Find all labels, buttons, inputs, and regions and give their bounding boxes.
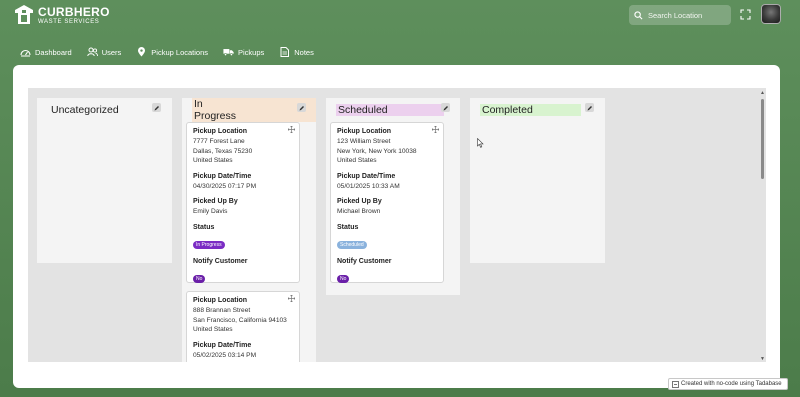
field-label: Pickup Location xyxy=(193,128,248,135)
app-name: CURBHERO xyxy=(38,4,110,19)
nav-dashboard[interactable]: Dashboard xyxy=(20,47,72,57)
nav-notes-label: Notes xyxy=(294,47,314,57)
field-label: Picked Up By xyxy=(337,198,382,205)
scroll-up-icon[interactable]: ▲ xyxy=(760,90,765,96)
field-label: Notify Customer xyxy=(193,257,248,265)
edit-column-button[interactable] xyxy=(441,103,450,112)
picked-up-by: Emily Davis xyxy=(193,208,228,215)
app-subtitle: WASTE SERVICES xyxy=(38,18,100,25)
truck-icon xyxy=(223,49,234,56)
picked-up-by: Michael Brown xyxy=(337,208,381,215)
user-avatar[interactable] xyxy=(761,4,781,24)
logo-icon xyxy=(15,5,33,24)
address-line: Dallas, Texas 75230 xyxy=(193,147,253,155)
edit-column-button[interactable] xyxy=(297,103,306,112)
address-country: United States xyxy=(193,157,233,164)
field-label: Pickup Location xyxy=(337,128,392,135)
nav-dashboard-label: Dashboard xyxy=(35,47,72,57)
nav-users[interactable]: Users xyxy=(87,47,122,57)
column-title: Scheduled xyxy=(336,104,444,116)
address-line: New York, New York 10038 xyxy=(337,147,417,155)
kanban-board[interactable]: Uncategorized In Progress Pickup Locatio… xyxy=(28,88,766,362)
search-icon xyxy=(634,10,643,19)
column-completed: Completed xyxy=(470,98,605,263)
column-scheduled: Scheduled Pickup Location 123 William St… xyxy=(326,98,460,295)
map-pin-icon xyxy=(138,47,146,57)
field-label: Pickup Date/Time xyxy=(193,172,252,180)
pickup-datetime: 04/30/2025 07:17 PM xyxy=(193,182,257,190)
users-icon xyxy=(87,47,98,57)
nav-pickup-locations[interactable]: Pickup Locations xyxy=(136,47,208,57)
field-label: Status xyxy=(193,223,215,231)
column-title: Uncategorized xyxy=(51,104,119,116)
address-line: 123 William Street xyxy=(337,138,391,145)
column-uncategorized: Uncategorized xyxy=(37,98,172,263)
move-icon[interactable] xyxy=(288,126,295,133)
pickup-datetime: 05/01/2025 10:33 AM xyxy=(337,182,400,190)
tadabase-icon xyxy=(672,380,679,388)
pickup-card[interactable]: Pickup Location 7777 Forest Lane Dallas,… xyxy=(186,122,300,283)
column-title: Completed xyxy=(480,104,581,116)
notify-badge: No xyxy=(193,274,206,283)
nav-pickups-label: Pickups xyxy=(238,47,265,57)
dashboard-icon xyxy=(20,49,31,57)
nav-notes[interactable]: Notes xyxy=(279,47,314,57)
address-country: United States xyxy=(337,157,377,164)
pickup-card[interactable]: Pickup Location 123 William Street New Y… xyxy=(330,122,444,283)
scroll-thumb[interactable] xyxy=(761,99,764,179)
note-icon xyxy=(280,47,290,57)
scroll-down-icon[interactable]: ▼ xyxy=(760,356,765,362)
search-input[interactable] xyxy=(648,10,723,20)
footer-text: Created with no-code using Tadabase xyxy=(681,381,782,387)
mouse-cursor-icon xyxy=(477,138,484,148)
tadabase-badge[interactable]: Created with no-code using Tadabase xyxy=(668,378,788,390)
pencil-icon xyxy=(587,105,592,110)
address-country: United States xyxy=(193,326,233,333)
fullscreen-icon[interactable] xyxy=(740,9,751,20)
status-badge: Scheduled xyxy=(337,240,367,249)
search-box[interactable] xyxy=(629,5,731,25)
edit-column-button[interactable] xyxy=(585,103,594,112)
edit-column-button[interactable] xyxy=(152,103,161,112)
main-nav: Dashboard Users Pickup Locations Pickups xyxy=(20,47,314,57)
field-label: Pickup Location xyxy=(193,297,248,304)
notify-badge: No xyxy=(337,274,350,283)
field-label: Picked Up By xyxy=(193,198,238,205)
field-label: Status xyxy=(337,223,359,231)
board-scrollbar[interactable]: ▲ ▼ xyxy=(759,90,766,362)
pencil-icon xyxy=(443,105,448,110)
pickup-datetime: 05/02/2025 03:14 PM xyxy=(193,351,257,359)
status-badge: In Progress xyxy=(193,240,225,249)
column-in-progress: In Progress Pickup Location 7777 Forest … xyxy=(182,98,316,362)
move-icon[interactable] xyxy=(288,295,295,302)
address-line: 7777 Forest Lane xyxy=(193,138,245,145)
nav-users-label: Users xyxy=(101,47,122,57)
nav-pickups[interactable]: Pickups xyxy=(223,47,264,57)
address-line: 888 Brannan Street xyxy=(193,307,251,314)
move-icon[interactable] xyxy=(432,126,439,133)
field-label: Pickup Date/Time xyxy=(337,172,396,180)
pencil-icon xyxy=(299,105,304,110)
main-panel: Uncategorized In Progress Pickup Locatio… xyxy=(13,65,780,388)
address-line: San Francisco, California 94103 xyxy=(193,316,287,324)
nav-pickup-locations-label: Pickup Locations xyxy=(151,47,208,57)
field-label: Pickup Date/Time xyxy=(193,341,252,349)
pencil-icon xyxy=(154,105,159,110)
app-logo[interactable]: CURBHERO WASTE SERVICES xyxy=(14,4,110,26)
pickup-card[interactable]: Pickup Location 888 Brannan Street San F… xyxy=(186,291,300,362)
field-label: Notify Customer xyxy=(337,257,392,265)
